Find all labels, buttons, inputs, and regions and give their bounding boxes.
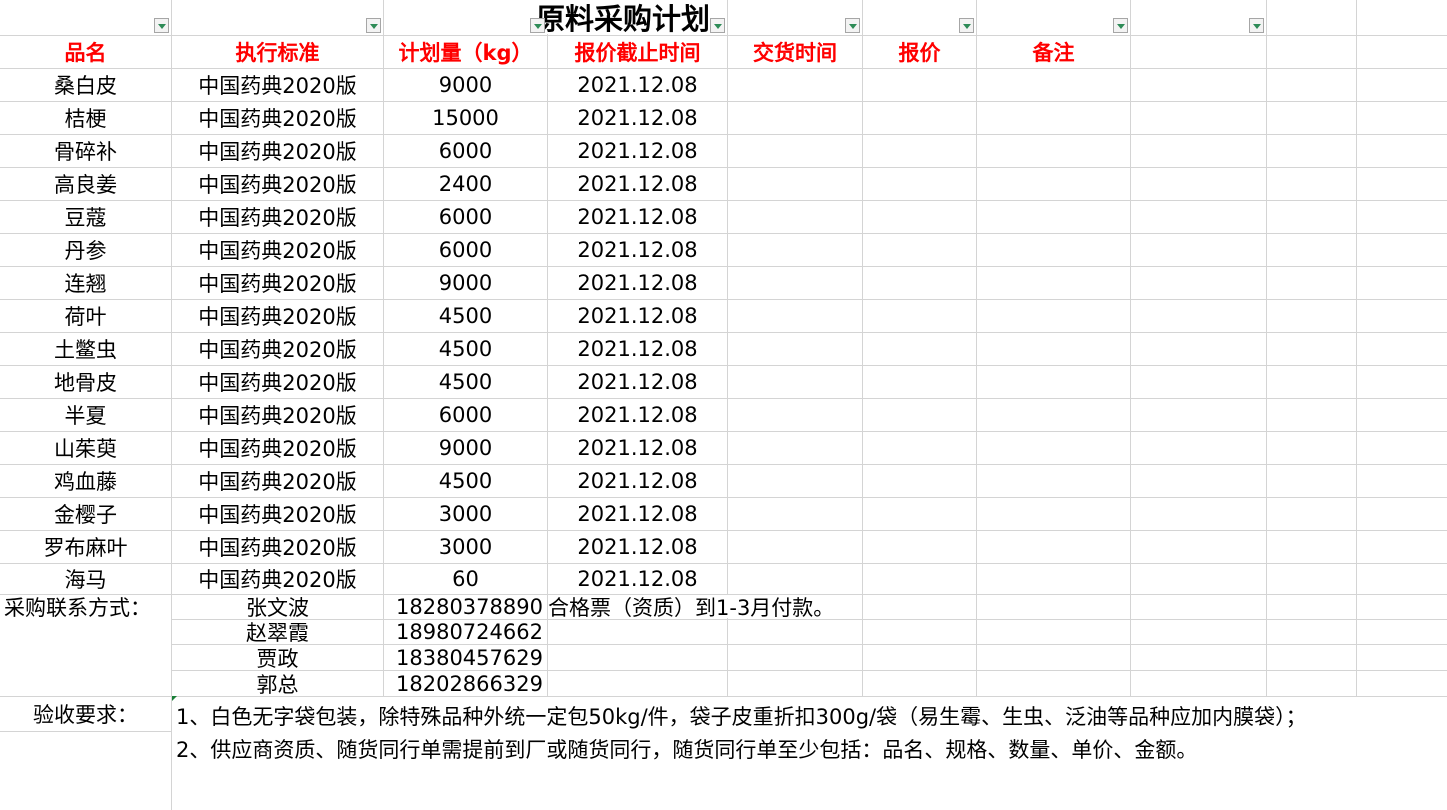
filter-dropdown-icon[interactable]	[1113, 18, 1128, 33]
cell-product-name[interactable]: 山茱萸	[0, 432, 171, 464]
cell-quote-deadline[interactable]: 2021.12.08	[548, 201, 727, 233]
cell-standard[interactable]: 中国药典2020版	[172, 432, 383, 464]
header-standard: 执行标准	[235, 41, 320, 65]
cell-quote-deadline[interactable]: 2021.12.08	[548, 498, 727, 530]
contact-phone[interactable]: 18280378890	[384, 595, 547, 619]
cell-standard[interactable]: 中国药典2020版	[172, 531, 383, 563]
filter-dropdown-icon[interactable]	[845, 18, 860, 33]
cell-quote-deadline[interactable]: 2021.12.08	[548, 564, 727, 594]
cell-planned-qty[interactable]: 3000	[384, 531, 547, 563]
cell-standard[interactable]: 中国药典2020版	[172, 498, 383, 530]
cell-standard[interactable]: 中国药典2020版	[172, 564, 383, 594]
cell-product-name[interactable]: 连翘	[0, 267, 171, 299]
cell-product-name[interactable]: 地骨皮	[0, 366, 171, 398]
cell-quote-deadline[interactable]: 2021.12.08	[548, 234, 727, 266]
cell-quote-deadline[interactable]: 2021.12.08	[548, 333, 727, 365]
cell-product-name[interactable]: 荷叶	[0, 300, 171, 332]
cell-product-name[interactable]: 丹参	[0, 234, 171, 266]
filter-dropdown-icon[interactable]	[366, 18, 381, 33]
cell-planned-qty[interactable]: 9000	[384, 432, 547, 464]
contact-name[interactable]: 郭总	[172, 671, 383, 697]
cell-quote-deadline[interactable]: 2021.12.08	[548, 531, 727, 563]
filter-dropdown-icon[interactable]	[154, 18, 169, 33]
contact-name[interactable]: 贾政	[172, 645, 383, 671]
header-quote-deadline: 报价截止时间	[574, 41, 701, 65]
cell-product-name[interactable]: 半夏	[0, 399, 171, 431]
cell-planned-qty[interactable]: 9000	[384, 267, 547, 299]
cell-planned-qty[interactable]: 6000	[384, 399, 547, 431]
cell-planned-qty[interactable]: 4500	[384, 300, 547, 332]
contact-phone[interactable]: 18980724662	[384, 620, 547, 644]
contact-name[interactable]: 张文波	[172, 595, 383, 620]
cell-quote-deadline[interactable]: 2021.12.08	[548, 399, 727, 431]
cell-quote-deadline[interactable]: 2021.12.08	[548, 465, 727, 497]
contact-label: 采购联系方式：	[4, 596, 151, 620]
contact-name[interactable]: 赵翠霞	[172, 620, 383, 645]
filter-dropdown-icon[interactable]	[530, 18, 545, 33]
cell-product-name[interactable]: 桑白皮	[0, 69, 171, 101]
cell-quote-deadline[interactable]: 2021.12.08	[548, 168, 727, 200]
sheet-title: 原料采购计划	[536, 0, 711, 36]
cell-standard[interactable]: 中国药典2020版	[172, 102, 383, 134]
cell-standard[interactable]: 中国药典2020版	[172, 135, 383, 167]
cell-quote-deadline[interactable]: 2021.12.08	[548, 102, 727, 134]
contact-phone[interactable]: 18380457629	[384, 645, 547, 670]
cell-quote-deadline[interactable]: 2021.12.08	[548, 135, 727, 167]
cell-planned-qty[interactable]: 6000	[384, 135, 547, 167]
header-remarks: 备注	[1032, 41, 1075, 65]
cell-planned-qty[interactable]: 6000	[384, 201, 547, 233]
payment-note[interactable]: 合格票（资质）到1-3月付款。	[548, 595, 888, 620]
cell-product-name[interactable]: 桔梗	[0, 102, 171, 134]
header-delivery-time: 交货时间	[753, 41, 837, 65]
cell-product-name[interactable]: 鸡血藤	[0, 465, 171, 497]
cell-planned-qty[interactable]: 2400	[384, 168, 547, 200]
cell-product-name[interactable]: 豆蔻	[0, 201, 171, 233]
cell-product-name[interactable]: 土鳖虫	[0, 333, 171, 365]
cell-product-name[interactable]: 罗布麻叶	[0, 531, 171, 563]
cell-standard[interactable]: 中国药典2020版	[172, 333, 383, 365]
cell-standard[interactable]: 中国药典2020版	[172, 465, 383, 497]
filter-dropdown-icon[interactable]	[959, 18, 974, 33]
cell-product-name[interactable]: 海马	[0, 564, 171, 594]
cell-product-name[interactable]: 高良姜	[0, 168, 171, 200]
cell-planned-qty[interactable]: 15000	[384, 102, 547, 134]
cell-product-name[interactable]: 骨碎补	[0, 135, 171, 167]
cell-quote-deadline[interactable]: 2021.12.08	[548, 267, 727, 299]
cell-quote-deadline[interactable]: 2021.12.08	[548, 432, 727, 464]
cell-standard[interactable]: 中国药典2020版	[172, 168, 383, 200]
header-quote: 报价	[898, 41, 941, 65]
cell-standard[interactable]: 中国药典2020版	[172, 201, 383, 233]
cell-planned-qty[interactable]: 60	[384, 564, 547, 594]
cell-standard[interactable]: 中国药典2020版	[172, 366, 383, 398]
header-product-name: 品名	[64, 41, 107, 65]
cell-standard[interactable]: 中国药典2020版	[172, 267, 383, 299]
acceptance-item-2[interactable]: 2、供应商资质、随货同行单需提前到厂或随货同行，随货同行单至少包括：品名、规格、…	[176, 734, 1197, 764]
filter-dropdown-icon[interactable]	[1249, 18, 1264, 33]
cell-planned-qty[interactable]: 4500	[384, 366, 547, 398]
cell-planned-qty[interactable]: 6000	[384, 234, 547, 266]
cell-standard[interactable]: 中国药典2020版	[172, 234, 383, 266]
cell-standard[interactable]: 中国药典2020版	[172, 300, 383, 332]
header-planned-qty: 计划量（kg）	[398, 41, 533, 65]
cell-planned-qty[interactable]: 3000	[384, 498, 547, 530]
cell-quote-deadline[interactable]: 2021.12.08	[548, 300, 727, 332]
cell-planned-qty[interactable]: 4500	[384, 465, 547, 497]
contact-phone[interactable]: 18202866329	[384, 671, 547, 696]
cell-quote-deadline[interactable]: 2021.12.08	[548, 69, 727, 101]
cell-standard[interactable]: 中国药典2020版	[172, 399, 383, 431]
cell-planned-qty[interactable]: 9000	[384, 69, 547, 101]
filter-dropdown-icon[interactable]	[710, 18, 725, 33]
cell-product-name[interactable]: 金樱子	[0, 498, 171, 530]
acceptance-label: 验收要求：	[33, 703, 138, 727]
acceptance-item-1[interactable]: 1、白色无字袋包装，除特殊品种外统一定包50kg/件，袋子皮重折扣300g/袋（…	[176, 701, 1307, 731]
cell-planned-qty[interactable]: 4500	[384, 333, 547, 365]
cell-quote-deadline[interactable]: 2021.12.08	[548, 366, 727, 398]
cell-standard[interactable]: 中国药典2020版	[172, 69, 383, 101]
